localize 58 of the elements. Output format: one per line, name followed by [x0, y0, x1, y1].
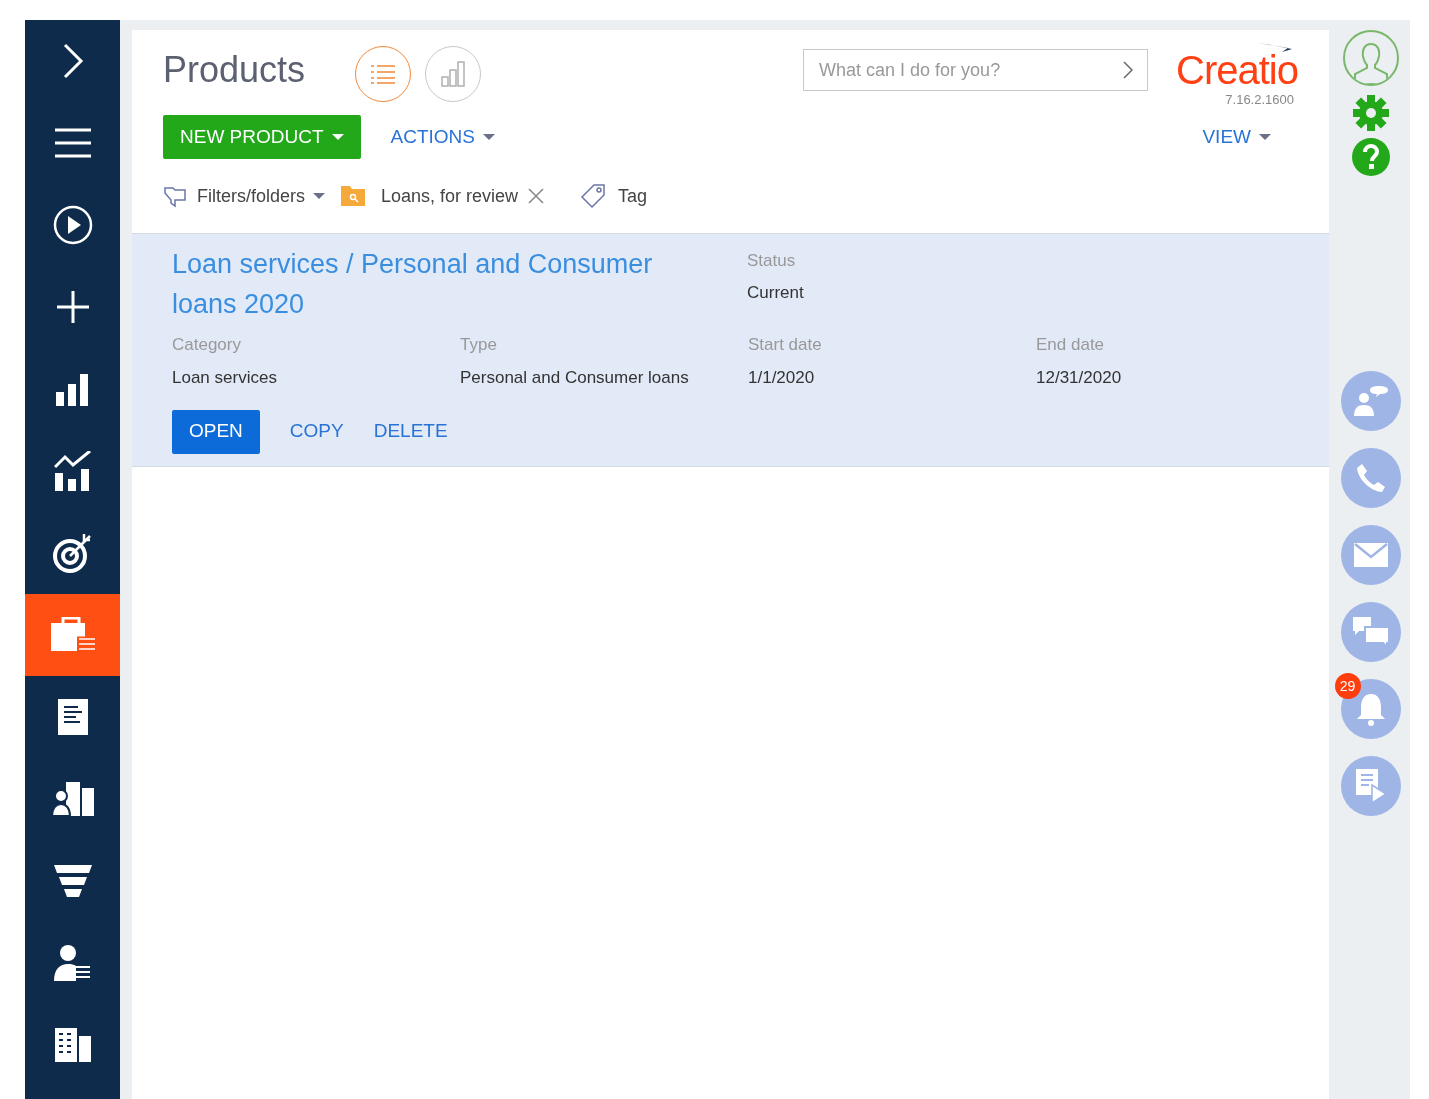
- email-icon: [1353, 543, 1388, 567]
- list-icon: [371, 64, 396, 84]
- phone-icon: [1355, 463, 1386, 493]
- version-label: 7.16.2.1600: [1225, 91, 1294, 109]
- agent-chat-icon: [1353, 386, 1388, 416]
- funnel-icon: [53, 865, 92, 897]
- field-label: Category: [172, 334, 242, 356]
- field-value: Current: [747, 281, 804, 304]
- page-title: Products: [163, 52, 306, 88]
- field-label: Type: [460, 334, 498, 356]
- caret-icon: [331, 134, 344, 140]
- building-icon: [54, 1028, 91, 1062]
- field-label: Status: [747, 250, 797, 272]
- field-value: Personal and Consumer loans: [460, 366, 690, 389]
- bar-chart-icon: [441, 61, 466, 87]
- tag-icon: [580, 183, 607, 209]
- caret-icon: [1259, 134, 1271, 140]
- new-product-button[interactable]: NEW PRODUCT: [163, 115, 361, 159]
- chat-icon: [1352, 617, 1389, 647]
- folder-filter-label: Loans, for review: [381, 184, 519, 208]
- field-label: Start date: [748, 334, 823, 356]
- filter-folder-icon: [163, 184, 187, 208]
- document-play-icon: [1355, 769, 1386, 803]
- trend-chart-icon: [53, 451, 92, 491]
- document-icon: [57, 699, 88, 735]
- briefcase-icon: [50, 617, 95, 653]
- folder-icon: [341, 186, 366, 206]
- tag-button[interactable]: Tag: [618, 182, 648, 210]
- close-icon[interactable]: [528, 188, 545, 204]
- record-title-link[interactable]: Loan services / Personal and Consumer loans 2020: [172, 244, 692, 324]
- delete-button[interactable]: DELETE: [373, 409, 448, 454]
- filters-folders-dropdown[interactable]: Filters/folders: [197, 182, 326, 210]
- bell-icon: [1355, 692, 1386, 726]
- field-value: Loan services: [172, 366, 278, 389]
- chevron-right-icon: [1123, 61, 1134, 79]
- caret-icon: [313, 193, 326, 199]
- menu-icon: [54, 128, 91, 158]
- target-icon: [51, 532, 94, 574]
- view-button[interactable]: VIEW: [1202, 122, 1271, 152]
- contacts-building-icon: [51, 782, 94, 816]
- add-icon: [56, 291, 89, 323]
- play-icon: [52, 205, 93, 245]
- bar-chart-icon: [55, 372, 90, 406]
- person-list-icon: [53, 945, 92, 981]
- field-value: 1/1/2020: [748, 366, 816, 389]
- search-field[interactable]: What can I do for you?: [803, 49, 1149, 91]
- caret-icon: [483, 134, 495, 140]
- field-label: End date: [1036, 334, 1106, 356]
- notification-badge: 29: [1334, 673, 1361, 699]
- help-icon[interactable]: [1351, 138, 1390, 176]
- open-button[interactable]: OPEN: [172, 409, 260, 454]
- logo: Creatio: [1176, 50, 1298, 90]
- bell-button[interactable]: [1340, 679, 1401, 739]
- avatar[interactable]: [1342, 30, 1399, 86]
- copy-button[interactable]: COPY: [289, 409, 344, 454]
- field-value: 12/31/2020: [1036, 366, 1123, 389]
- actions-button[interactable]: ACTIONS: [390, 122, 495, 152]
- settings-icon[interactable]: [1351, 94, 1390, 132]
